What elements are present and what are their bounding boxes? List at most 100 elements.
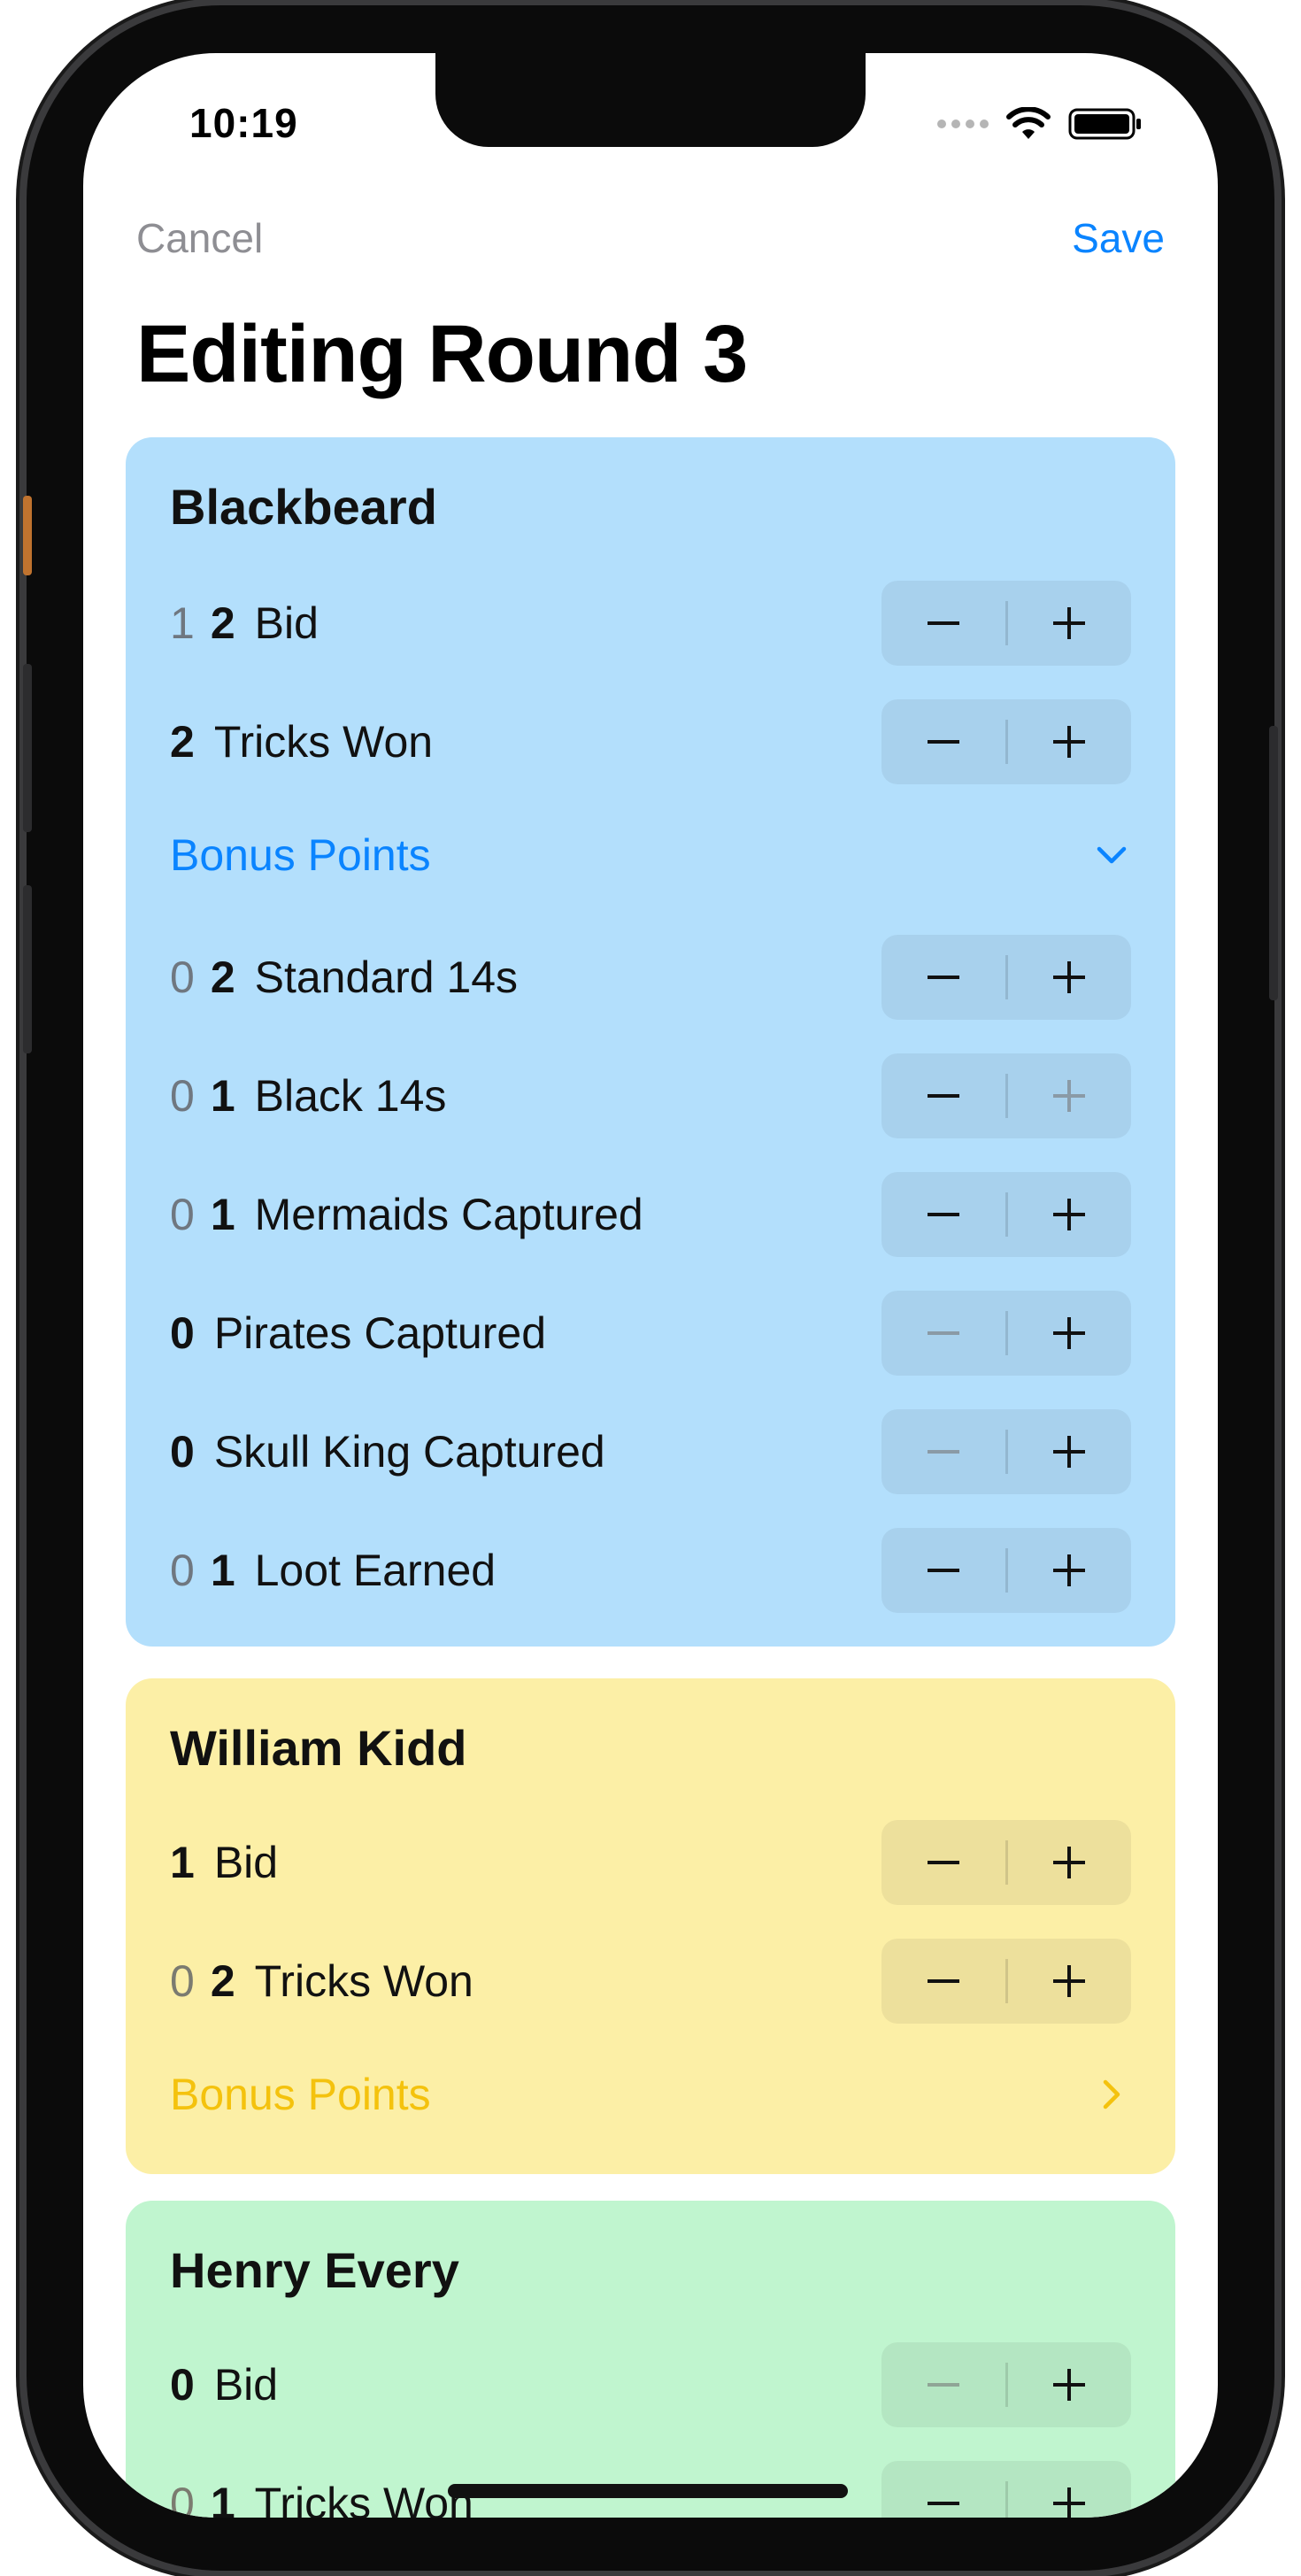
increment-button[interactable]: [1008, 1409, 1132, 1494]
bonus-points-toggle[interactable]: Bonus Points: [170, 2059, 1131, 2130]
tricks-row: 2 Tricks Won: [170, 699, 1131, 784]
standard-14s-stepper[interactable]: [881, 935, 1131, 1020]
battery-icon: [1068, 108, 1141, 140]
row-label: Black 14s: [254, 1071, 447, 1121]
current-value: 1: [210, 1546, 235, 1595]
row-label: Bid: [213, 1838, 279, 1887]
bid-row: 0 Bid: [170, 2342, 1131, 2427]
increment-button[interactable]: [1008, 1053, 1132, 1138]
minus-icon: [927, 1094, 959, 1098]
increment-button[interactable]: [1008, 1939, 1132, 2024]
minus-icon: [927, 1331, 959, 1335]
increment-button[interactable]: [1008, 1528, 1132, 1613]
tricks-stepper[interactable]: [881, 2461, 1131, 2518]
tricks-stepper[interactable]: [881, 699, 1131, 784]
status-icons: [937, 106, 1143, 142]
cancel-button[interactable]: Cancel: [136, 214, 263, 262]
player-name: Henry Every: [170, 2242, 459, 2298]
decrement-button[interactable]: [881, 699, 1005, 784]
current-value: 1: [210, 2479, 235, 2518]
previous-value: 0: [170, 1190, 195, 1239]
bonus-row-standard-14s: 0 2 Standard 14s: [170, 935, 1131, 1020]
row-label: Mermaids Captured: [254, 1190, 643, 1239]
decrement-button[interactable]: [881, 2342, 1005, 2427]
bid-row: 1 Bid: [170, 1820, 1131, 1905]
bonus-row-mermaids-captured: 0 1 Mermaids Captured: [170, 1172, 1131, 1257]
bonus-row-pirates-captured: 0 Pirates Captured: [170, 1291, 1131, 1376]
decrement-button[interactable]: [881, 1291, 1005, 1376]
row-label: Bid: [213, 2360, 279, 2410]
increment-button[interactable]: [1008, 2461, 1132, 2518]
decrement-button[interactable]: [881, 1409, 1005, 1494]
player-card-blackbeard: Blackbeard 1 2 Bid 2 Tricks Won Bonus Point…: [126, 437, 1175, 1647]
decrement-button[interactable]: [881, 1172, 1005, 1257]
bid-stepper[interactable]: [881, 581, 1131, 666]
player-card-henry-every: Henry Every 0 Bid 0 1 Tricks Won: [126, 2201, 1175, 2518]
plus-icon: [1053, 1080, 1086, 1112]
decrement-button[interactable]: [881, 1528, 1005, 1613]
mermaids-captured-stepper[interactable]: [881, 1172, 1131, 1257]
current-value: 0: [170, 2360, 195, 2410]
decrement-button[interactable]: [881, 1053, 1005, 1138]
current-value: 2: [210, 1956, 235, 2006]
tricks-row: 0 2 Tricks Won: [170, 1939, 1131, 2024]
wifi-icon: [1006, 107, 1051, 139]
player-card-william-kidd: William Kidd 1 Bid 0 2 Tricks Won Bonus Poi…: [126, 1678, 1175, 2174]
previous-value: 0: [170, 1071, 195, 1121]
save-button[interactable]: Save: [1072, 214, 1165, 262]
current-value: 1: [170, 1838, 195, 1887]
decrement-button[interactable]: [881, 2461, 1005, 2518]
current-value: 0: [170, 1427, 195, 1477]
plus-icon: [1053, 1847, 1086, 1878]
bonus-row-black-14s: 0 1 Black 14s: [170, 1053, 1131, 1138]
increment-button[interactable]: [1008, 699, 1132, 784]
bonus-row-skull-king-captured: 0 Skull King Captured: [170, 1409, 1131, 1494]
increment-button[interactable]: [1008, 2342, 1132, 2427]
status-time: 10:19: [189, 100, 298, 146]
increment-button[interactable]: [1008, 581, 1132, 666]
skull-king-captured-stepper[interactable]: [881, 1409, 1131, 1494]
plus-icon: [1053, 1965, 1086, 1997]
tricks-stepper[interactable]: [881, 1939, 1131, 2024]
minus-icon: [927, 1569, 959, 1572]
increment-button[interactable]: [1008, 1172, 1132, 1257]
player-name: Blackbeard: [170, 479, 437, 535]
decrement-button[interactable]: [881, 1939, 1005, 2024]
bonus-points-label: Bonus Points: [170, 2070, 431, 2119]
increment-button[interactable]: [1008, 1820, 1132, 1905]
pirates-captured-stepper[interactable]: [881, 1291, 1131, 1376]
minus-icon: [927, 621, 959, 625]
plus-icon: [1053, 1436, 1086, 1468]
row-label: Pirates Captured: [213, 1308, 547, 1358]
bonus-row-loot-earned: 0 1 Loot Earned: [170, 1528, 1131, 1613]
row-label: Skull King Captured: [213, 1427, 605, 1477]
loot-earned-stepper[interactable]: [881, 1528, 1131, 1613]
black-14s-stepper[interactable]: [881, 1053, 1131, 1138]
plus-icon: [1053, 2487, 1086, 2518]
previous-value: 1: [170, 598, 195, 648]
previous-value: 0: [170, 1546, 195, 1595]
power-button: [1269, 726, 1278, 1000]
increment-button[interactable]: [1008, 1291, 1132, 1376]
minus-icon: [927, 2502, 959, 2505]
row-label: Loot Earned: [254, 1546, 497, 1595]
current-value: 2: [170, 717, 195, 767]
volume-up-button: [23, 664, 32, 832]
minus-icon: [927, 2383, 959, 2387]
cellular-signal-icon: [937, 120, 989, 128]
plus-icon: [1053, 2369, 1086, 2401]
previous-value: 0: [170, 1956, 195, 2006]
decrement-button[interactable]: [881, 581, 1005, 666]
bid-stepper[interactable]: [881, 2342, 1131, 2427]
row-label: Bid: [254, 598, 319, 648]
bid-stepper[interactable]: [881, 1820, 1131, 1905]
bonus-points-toggle[interactable]: Bonus Points: [170, 820, 1131, 891]
notch: [435, 53, 866, 147]
decrement-button[interactable]: [881, 1820, 1005, 1905]
mute-switch: [23, 496, 32, 575]
row-label: Tricks Won: [254, 1956, 473, 2006]
plus-icon: [1053, 1554, 1086, 1586]
plus-icon: [1053, 961, 1086, 993]
decrement-button[interactable]: [881, 935, 1005, 1020]
increment-button[interactable]: [1008, 935, 1132, 1020]
